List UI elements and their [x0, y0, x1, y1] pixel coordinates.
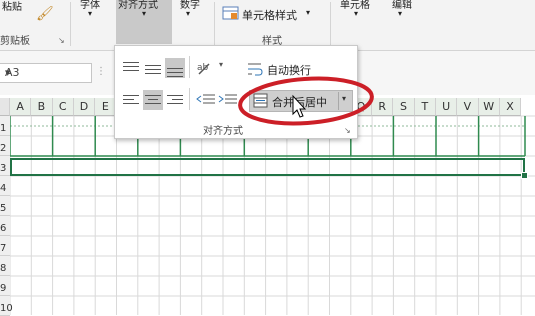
paste-label[interactable]: 粘贴 [2, 0, 22, 13]
merge-and-center-button[interactable]: 合并后居中 ▾ [249, 90, 353, 112]
row-header[interactable]: 6 [0, 216, 10, 236]
align-left-button[interactable] [121, 90, 141, 110]
merge-center-icon [253, 93, 268, 108]
row-header-label: 6 [0, 223, 7, 234]
ribbon-separator [214, 2, 215, 46]
row-header[interactable]: 1 [0, 116, 10, 136]
column-header[interactable]: V [457, 98, 479, 116]
selected-range[interactable] [10, 158, 525, 176]
row-header-label: 7 [0, 243, 7, 254]
number-dropdown-icon[interactable]: ▾ [186, 9, 190, 18]
font-dropdown-icon[interactable]: ▾ [88, 9, 92, 18]
column-header[interactable]: C [52, 98, 74, 116]
top-align-button[interactable] [121, 58, 141, 78]
row-header-label: 2 [0, 143, 7, 154]
name-box-dropdown-icon[interactable]: ▾ [5, 66, 87, 79]
orientation-dropdown-icon[interactable]: ▾ [219, 60, 223, 69]
cell-style-icon [222, 6, 239, 20]
merge-dropdown-icon[interactable]: ▾ [342, 94, 346, 103]
popup-separator [189, 88, 190, 110]
cell-style-dropdown-icon: ▾ [306, 8, 311, 17]
merge-center-label: 合并后居中 [272, 96, 327, 109]
row-header[interactable]: 5 [0, 196, 10, 216]
row-header-label: 5 [0, 203, 7, 214]
row-header-label: 3 [0, 163, 7, 174]
fill-handle[interactable] [521, 172, 528, 179]
ribbon-separator [330, 2, 331, 46]
ribbon: 粘贴 🖌 剪贴板 ↘ 字体 ▾ 对齐方式 ▾ 数字 ▾ 单元格样式 ▾ 样式 单… [0, 0, 535, 51]
name-box[interactable]: A3 ▾ [0, 63, 92, 83]
column-header[interactable]: X [499, 98, 522, 116]
wrap-text-label: 自动换行 [267, 64, 311, 77]
row-header-label: 4 [0, 183, 7, 194]
alignment-dialog-launcher-icon[interactable]: ↘ [344, 126, 351, 135]
column-header[interactable]: W [478, 98, 500, 116]
row-header-label: 8 [0, 263, 7, 274]
middle-align-button[interactable] [143, 58, 163, 78]
edit-dropdown-icon[interactable]: ▾ [398, 9, 402, 18]
popup-separator [189, 56, 190, 78]
column-header[interactable]: D [73, 98, 96, 116]
row-header[interactable]: 8 [0, 256, 10, 276]
clipboard-dialog-launcher-icon[interactable]: ↘ [58, 36, 65, 45]
row-header-label: 1 [0, 123, 7, 134]
alignment-dropdown-panel: ab ▾ 自动换行 合并后居中 ▾ 对齐方式 ↘ [114, 45, 358, 139]
row-header-label: 10 [0, 303, 13, 314]
cells-dropdown-icon[interactable]: ▾ [354, 9, 358, 18]
row-header[interactable]: 3 [0, 156, 10, 176]
cell-style-button[interactable]: 单元格样式 ▾ [220, 4, 316, 24]
align-dropdown-icon[interactable]: ▾ [142, 9, 146, 18]
cell-style-label: 单元格样式 [242, 9, 297, 22]
svg-text:ab: ab [197, 63, 209, 73]
column-header[interactable]: U [436, 98, 458, 116]
split-divider [338, 92, 339, 110]
column-header[interactable]: R [372, 98, 394, 116]
align-center-button[interactable] [143, 90, 163, 110]
decrease-indent-icon[interactable] [195, 90, 215, 110]
select-all-corner[interactable] [0, 98, 10, 116]
row-header[interactable]: 9 [0, 276, 10, 296]
column-header[interactable]: T [414, 98, 436, 116]
clipboard-group-label: 剪贴板 [0, 36, 30, 47]
column-header[interactable]: S [393, 98, 415, 116]
alignment-group-label: 对齐方式 [203, 126, 243, 137]
row-header[interactable]: 4 [0, 176, 10, 196]
tab-align[interactable]: 对齐方式 [118, 0, 158, 11]
column-header[interactable]: B [31, 98, 53, 116]
bottom-align-button[interactable] [165, 58, 185, 78]
row-header[interactable]: 7 [0, 236, 10, 256]
wrap-text-icon [248, 63, 263, 76]
column-header[interactable]: A [10, 98, 32, 116]
row-header[interactable]: 10 [0, 296, 13, 316]
orientation-icon[interactable]: ab [195, 58, 215, 78]
increase-indent-icon[interactable] [217, 90, 237, 110]
align-right-button[interactable] [165, 90, 185, 110]
format-painter-icon[interactable]: 🖌 [36, 6, 54, 22]
formula-bar-dots-icon: ⋮ [96, 66, 106, 77]
row-header[interactable]: 2 [0, 136, 10, 156]
row-header-label: 9 [0, 283, 7, 294]
wrap-text-button[interactable]: 自动换行 [247, 60, 337, 78]
ribbon-separator [70, 2, 71, 46]
